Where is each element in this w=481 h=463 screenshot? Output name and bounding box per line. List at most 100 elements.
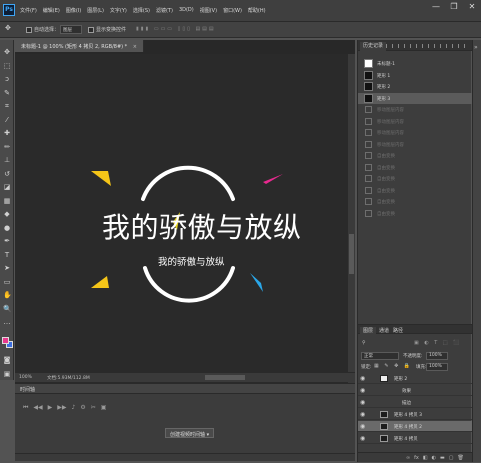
prev-frame-icon[interactable]: ◀◀	[33, 404, 42, 412]
fill-input[interactable]: 100%	[426, 363, 448, 371]
play-icon[interactable]: ▶	[48, 404, 53, 412]
mask-icon[interactable]: ◧	[423, 455, 428, 461]
menu-item-2[interactable]: 图像(I)	[66, 7, 81, 14]
visibility-eye-icon[interactable]: ◉	[360, 411, 365, 418]
show-transform-checkbox[interactable]	[88, 27, 94, 33]
screen-mode-icon[interactable]: ▣	[3, 370, 11, 378]
foreground-color-swatch[interactable]	[2, 337, 9, 344]
blend-mode-dropdown[interactable]: 正常	[361, 352, 399, 360]
menu-item-8[interactable]: 视图(V)	[200, 7, 217, 14]
collapse-panels-icon[interactable]: »	[474, 44, 478, 51]
move-tool-icon[interactable]: ✥	[5, 24, 11, 32]
history-item[interactable]: 未标题-1	[358, 58, 472, 69]
layer-row[interactable]: ◉ 矩形 2	[358, 373, 472, 384]
zoom-level[interactable]: 100%	[19, 375, 32, 380]
history-item[interactable]: 自由变换	[358, 173, 472, 184]
history-brush-tool-icon[interactable]: ↺	[3, 170, 11, 178]
crop-tool-icon[interactable]: ⌗	[3, 102, 11, 110]
history-item[interactable]: 移动图层内容	[358, 116, 472, 127]
marquee-tool-icon[interactable]: ⬚	[3, 62, 11, 70]
quick-mask-icon[interactable]: ◙	[3, 356, 11, 364]
menu-item-7[interactable]: 3D(D)	[179, 7, 194, 14]
stamp-tool-icon[interactable]: ⊥	[3, 156, 11, 164]
menu-item-6[interactable]: 滤镜(T)	[156, 7, 173, 14]
shape-tool-icon[interactable]: ▭	[3, 278, 11, 286]
folder-icon[interactable]: ▬	[440, 455, 445, 461]
lock-icons[interactable]: ▦ ✎ ✥ 🔒	[374, 363, 412, 369]
align-icons[interactable]: ▮▮▮ ▭▭▭ ▯▯▯ ▤▤▤	[136, 26, 216, 32]
horizontal-scroll-thumb[interactable]	[205, 375, 245, 380]
menu-item-0[interactable]: 文件(F)	[20, 7, 37, 14]
history-item[interactable]: 移动图层内容	[358, 104, 472, 115]
close-tab-icon[interactable]: ×	[133, 44, 137, 50]
dodge-tool-icon[interactable]: ●	[3, 224, 11, 232]
path-select-tool-icon[interactable]: ➤	[3, 264, 11, 272]
adjust-icon[interactable]: ◐	[432, 455, 436, 461]
filter-kind-icon[interactable]: ⚲	[362, 340, 366, 346]
move-tool-icon[interactable]: ✥	[3, 48, 11, 56]
visibility-eye-icon[interactable]: ◉	[360, 387, 365, 394]
tab-history[interactable]: 历史记录	[360, 42, 387, 51]
gradient-tool-icon[interactable]: ▦	[3, 197, 11, 205]
visibility-eye-icon[interactable]: ◉	[360, 435, 365, 442]
menu-item-10[interactable]: 帮助(H)	[248, 7, 266, 14]
history-item[interactable]: 自由变换	[358, 150, 472, 161]
hand-tool-icon[interactable]: ✋	[3, 291, 12, 299]
healing-tool-icon[interactable]: ✚	[3, 129, 11, 137]
history-item[interactable]: 移动图层内容	[358, 127, 472, 138]
menu-item-5[interactable]: 选择(S)	[133, 7, 150, 14]
history-item[interactable]: 矩形 1	[358, 70, 472, 81]
visibility-eye-icon[interactable]: ◉	[360, 399, 365, 406]
brush-tool-icon[interactable]: ✏	[3, 143, 11, 151]
audio-icon[interactable]: ♪	[72, 404, 76, 412]
layer-row[interactable]: ◉ 矩形 4 拷贝	[358, 433, 472, 444]
fx-icon[interactable]: fx	[414, 455, 419, 461]
next-frame-icon[interactable]: ▶▶	[57, 404, 66, 412]
history-item[interactable]: 矩形 3	[358, 92, 472, 104]
menu-item-3[interactable]: 图层(L)	[87, 7, 104, 14]
visibility-eye-icon[interactable]: ◉	[360, 375, 365, 382]
link-icon[interactable]: ∞	[406, 455, 410, 461]
eraser-tool-icon[interactable]: ◪	[3, 183, 11, 191]
auto-select-checkbox[interactable]	[26, 27, 32, 33]
blur-tool-icon[interactable]: ◆	[3, 210, 11, 218]
layer-row[interactable]: ◉ 矩形 4 拷贝 2	[358, 421, 472, 432]
vertical-scroll-thumb[interactable]	[349, 234, 354, 274]
document-tab[interactable]: 未标题-1 @ 100% (矩形 4 拷贝 2, RGB/8#) * ×	[15, 40, 144, 52]
auto-select-dropdown[interactable]: 图层	[60, 25, 82, 34]
timeline-title[interactable]: 时间轴	[20, 386, 35, 393]
zoom-tool-icon[interactable]: 🔍	[3, 305, 12, 313]
split-icon[interactable]: ✂	[91, 404, 96, 412]
layer-row[interactable]: ◉ 效果	[358, 385, 472, 396]
history-item[interactable]: 自由变换	[358, 208, 472, 219]
trash-icon[interactable]: 🗑	[457, 455, 463, 461]
opacity-input[interactable]: 100%	[426, 352, 448, 360]
create-video-timeline-button[interactable]: 创建视频时间轴 ▾	[165, 428, 215, 438]
minimize-button[interactable]: —	[427, 0, 445, 14]
lasso-tool-icon[interactable]: ↄ	[3, 75, 11, 83]
first-frame-icon[interactable]: ⏮	[23, 404, 28, 412]
more-tools-icon[interactable]: …	[3, 318, 11, 326]
canvas[interactable]: 我的骄傲与放纵 我的骄傲与放纵	[15, 54, 348, 386]
history-item[interactable]: 自由变换	[358, 196, 472, 207]
visibility-eye-icon[interactable]: ◉	[360, 423, 365, 430]
menu-item-1[interactable]: 编辑(E)	[43, 7, 60, 14]
type-tool-icon[interactable]: T	[3, 251, 11, 259]
restore-button[interactable]: ❐	[445, 0, 463, 14]
history-item[interactable]: 移动图层内容	[358, 139, 472, 150]
settings-icon[interactable]: ⚙	[80, 404, 85, 412]
tab-layers[interactable]: 图层	[360, 327, 377, 336]
close-button[interactable]: ✕	[463, 0, 481, 14]
tab-paths[interactable]: 路径	[390, 327, 406, 334]
pen-tool-icon[interactable]: ✒	[3, 237, 11, 245]
history-item[interactable]: 自由变换	[358, 185, 472, 196]
transition-icon[interactable]: ▣	[101, 404, 107, 412]
eyedropper-tool-icon[interactable]: ⁄	[3, 116, 11, 124]
menu-item-4[interactable]: 文字(Y)	[110, 7, 127, 14]
quick-select-tool-icon[interactable]: ✎	[3, 89, 11, 97]
menu-item-9[interactable]: 窗口(W)	[223, 7, 242, 14]
layer-row[interactable]: ◉ 描边	[358, 397, 472, 408]
history-item[interactable]: 矩形 2	[358, 81, 472, 92]
new-layer-icon[interactable]: ▢	[449, 455, 454, 461]
layer-row[interactable]: ◉ 矩形 4 拷贝 3	[358, 409, 472, 420]
